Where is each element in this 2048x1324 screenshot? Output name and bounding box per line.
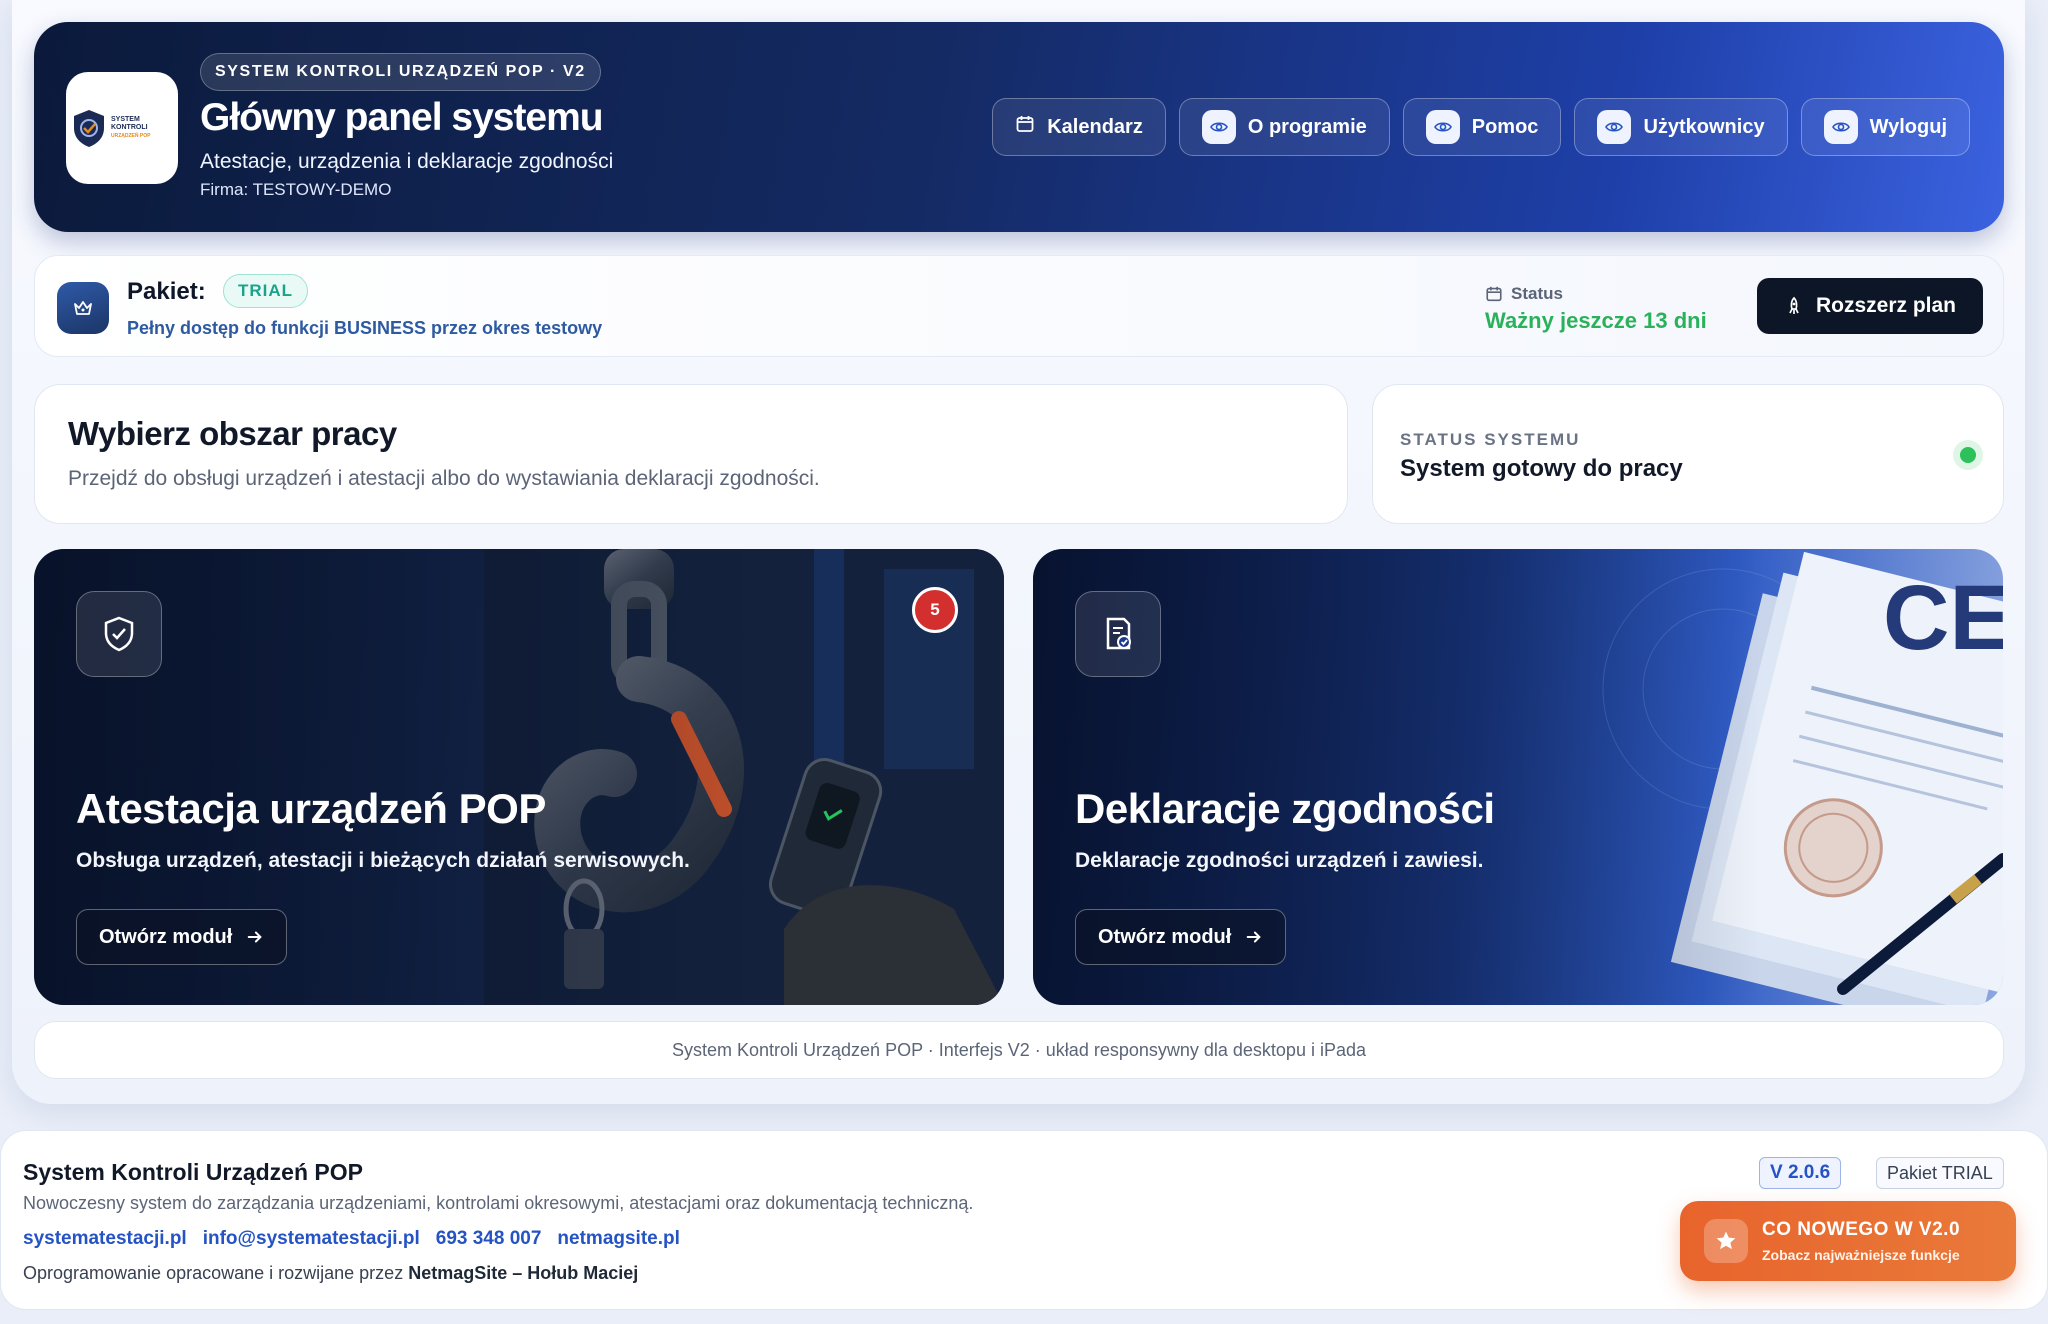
- package-label: Pakiet:: [127, 278, 206, 305]
- open-module-label: Otwórz moduł: [99, 925, 233, 948]
- whats-new-title: CO NOWEGO W V2.0: [1762, 1219, 1961, 1240]
- footer-link-phone[interactable]: 693 348 007: [436, 1228, 542, 1250]
- app-logo: SYSTEM KONTROLI URZĄDZEŃ POP: [66, 72, 178, 184]
- nav-help-label: Pomoc: [1471, 115, 1539, 138]
- system-status-card: STATUS SYSTEMU System gotowy do pracy: [1372, 384, 2004, 524]
- header-nav: Kalendarz O programie Pomoc Użytkownicy …: [992, 98, 1970, 156]
- nav-about-label: O programie: [1247, 115, 1367, 138]
- eye-icon: [1425, 110, 1460, 144]
- upgrade-plan-button[interactable]: Rozszerz plan: [1757, 278, 1983, 334]
- package-status-value: Ważny jeszcze 13 dni: [1485, 308, 1707, 333]
- whats-new-button[interactable]: CO NOWEGO W V2.0 Zobacz najważniejsze fu…: [1680, 1201, 2016, 1281]
- calendar-icon: [1015, 114, 1035, 140]
- module-description: Obsługa urządzeń, atestacji i bieżących …: [76, 849, 690, 872]
- whats-new-subtitle: Zobacz najważniejsze funkcje: [1762, 1247, 1960, 1263]
- module-title: Deklaracje zgodności: [1075, 785, 1495, 832]
- logo-text: SYSTEM KONTROLI URZĄDZEŃ POP: [111, 116, 151, 139]
- crown-icon: [57, 282, 109, 334]
- system-status-value: System gotowy do pracy: [1400, 455, 1683, 482]
- workspace-title: Wybierz obszar pracy: [68, 415, 397, 452]
- company-name: Firma: TESTOWY-DEMO: [200, 180, 392, 199]
- package-description: Pełny dostęp do funkcji BUSINESS przez o…: [127, 318, 603, 338]
- package-status-label: Status: [1485, 284, 1563, 304]
- footer-link-email[interactable]: info@systematestacji.pl: [203, 1228, 420, 1250]
- calendar-icon: [1486, 286, 1502, 302]
- nav-users-label: Użytkownicy: [1643, 115, 1765, 138]
- module-declarations-card[interactable]: CE Deklaracje zgodności Deklaracje zgodn…: [1033, 549, 2003, 1005]
- footer-credit-author: NetmagSite – Hołub Maciej: [408, 1263, 639, 1283]
- package-trial-badge: TRIAL: [223, 274, 309, 308]
- footer-links: systematestacji.pl info@systematestacji.…: [23, 1228, 680, 1250]
- eye-icon: [1597, 110, 1632, 144]
- nav-calendar-button[interactable]: Kalendarz: [992, 98, 1166, 156]
- arrow-right-icon: [1247, 931, 1262, 943]
- footer-description: Nowoczesny system do zarządzania urządze…: [23, 1193, 974, 1213]
- workspace-description: Przejdź do obsługi urządzeń i atestacji …: [68, 467, 820, 490]
- footer-credit: Oprogramowanie opracowane i rozwijane pr…: [23, 1263, 639, 1283]
- star-icon: [1704, 1219, 1748, 1263]
- nav-about-button[interactable]: O programie: [1178, 98, 1390, 156]
- arrow-right-icon: [248, 931, 263, 943]
- footer-link-website[interactable]: systematestacji.pl: [23, 1228, 187, 1250]
- system-eyebrow-badge: SYSTEM KONTROLI URZĄDZEŃ POP · V2: [200, 53, 601, 91]
- open-module-label: Otwórz moduł: [1098, 925, 1232, 948]
- module-description: Deklaracje zgodności urządzeń i zawiesi.: [1075, 849, 1484, 872]
- status-dot-icon: [1953, 440, 1983, 470]
- eye-icon: [1201, 110, 1236, 144]
- footer-title: System Kontroli Urządzeń POP: [23, 1159, 363, 1185]
- plan-badge: Pakiet TRIAL: [1876, 1157, 2004, 1189]
- document-check-icon: [1075, 591, 1161, 677]
- interface-footnote: System Kontroli Urządzeń POP · Interfejs…: [34, 1021, 2004, 1079]
- module-attestation-card[interactable]: 5 Atestacja urządzeń POP Obsługa urządze…: [34, 549, 1004, 1005]
- upgrade-plan-label: Rozszerz plan: [1815, 294, 1957, 317]
- nav-logout-button[interactable]: Wyloguj: [1800, 98, 1970, 156]
- version-badge: V 2.0.6: [1759, 1157, 1842, 1189]
- rocket-icon: [1789, 296, 1799, 314]
- nav-calendar-label: Kalendarz: [1047, 115, 1143, 138]
- package-bar: Pakiet: TRIAL Pełny dostęp do funkcji BU…: [34, 255, 2004, 357]
- system-status-label: STATUS SYSTEMU: [1400, 430, 1581, 449]
- nav-users-button[interactable]: Użytkownicy: [1574, 98, 1788, 156]
- page-subtitle: Atestacje, urządzenia i deklaracje zgodn…: [200, 150, 614, 173]
- header-banner: SYSTEM KONTROLI URZĄDZEŃ POP SYSTEM KONT…: [34, 22, 2004, 232]
- page-title: Główny panel systemu: [200, 96, 604, 139]
- nav-help-button[interactable]: Pomoc: [1402, 98, 1562, 156]
- footer-link-netmagsite[interactable]: netmagsite.pl: [557, 1228, 679, 1250]
- nav-logout-label: Wyloguj: [1869, 115, 1947, 138]
- eye-icon: [1823, 110, 1858, 144]
- workspace-intro-card: Wybierz obszar pracy Przejdź do obsługi …: [34, 384, 1348, 524]
- module-title: Atestacja urządzeń POP: [76, 785, 546, 832]
- shield-check-icon: [76, 591, 162, 677]
- shield-logo-icon: [74, 110, 104, 147]
- notification-count-badge: 5: [912, 587, 958, 633]
- open-attestation-module-button[interactable]: Otwórz moduł: [76, 909, 288, 965]
- open-declarations-module-button[interactable]: Otwórz moduł: [1075, 909, 1287, 965]
